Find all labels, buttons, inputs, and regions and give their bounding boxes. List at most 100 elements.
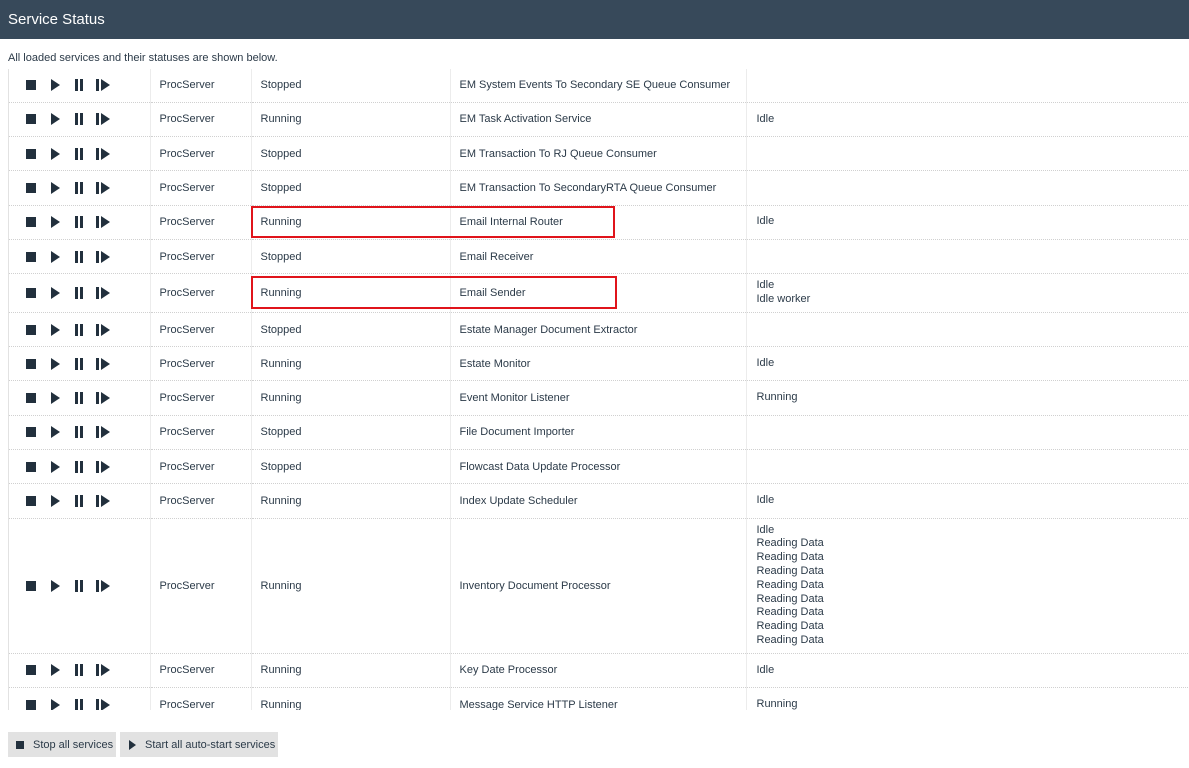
stop-icon[interactable] xyxy=(24,147,38,161)
service-controls xyxy=(9,346,151,382)
resume-icon[interactable] xyxy=(96,357,110,371)
resume-icon[interactable] xyxy=(96,460,110,474)
play-icon[interactable] xyxy=(48,460,62,474)
service-server-cell: ProcServer xyxy=(150,415,252,451)
pause-icon[interactable] xyxy=(72,147,86,161)
service-controls xyxy=(9,239,151,275)
play-icon[interactable] xyxy=(48,78,62,92)
pause-icon[interactable] xyxy=(72,323,86,337)
resume-icon[interactable] xyxy=(96,78,110,92)
resume-icon[interactable] xyxy=(96,579,110,593)
resume-icon[interactable] xyxy=(96,181,110,195)
play-icon[interactable] xyxy=(48,147,62,161)
resume-icon[interactable] xyxy=(96,425,110,439)
resume-icon[interactable] xyxy=(96,286,110,300)
pause-icon[interactable] xyxy=(72,425,86,439)
service-detail-line: Reading Data xyxy=(756,551,824,564)
resume-icon[interactable] xyxy=(96,494,110,508)
start-auto-start-services-label: Start all auto-start services xyxy=(145,738,276,751)
service-name-cell: EM Transaction To RJ Queue Consumer xyxy=(450,136,747,172)
services-table-container[interactable]: ProcServer Stopped EM System Events To Sec… xyxy=(8,69,1189,710)
service-detail-line: Idle xyxy=(756,494,775,507)
stop-all-services-button[interactable]: Stop all services xyxy=(8,732,116,757)
service-name-cell: File Document Importer xyxy=(450,415,747,451)
play-icon[interactable] xyxy=(48,286,62,300)
service-name-cell: Email Receiver xyxy=(450,239,747,275)
play-icon[interactable] xyxy=(48,579,62,593)
play-icon[interactable] xyxy=(48,112,62,126)
pause-icon[interactable] xyxy=(72,250,86,264)
stop-icon[interactable] xyxy=(24,494,38,508)
pause-icon[interactable] xyxy=(72,698,86,710)
pause-icon[interactable] xyxy=(72,391,86,405)
pause-icon[interactable] xyxy=(72,112,86,126)
resume-icon[interactable] xyxy=(96,391,110,405)
resume-icon[interactable] xyxy=(96,250,110,264)
play-icon[interactable] xyxy=(48,494,62,508)
stop-icon[interactable] xyxy=(24,181,38,195)
start-auto-start-services-button[interactable]: Start all auto-start services xyxy=(120,732,278,757)
service-server-cell: ProcServer xyxy=(150,205,252,240)
service-row: ProcServer Running Message Service HTTP Li… xyxy=(9,687,1189,710)
play-icon[interactable] xyxy=(48,250,62,264)
stop-icon[interactable] xyxy=(24,579,38,593)
stop-icon[interactable] xyxy=(24,286,38,300)
stop-icon[interactable] xyxy=(24,698,38,710)
play-icon[interactable] xyxy=(48,181,62,195)
play-icon[interactable] xyxy=(48,215,62,229)
service-details-cell: Idle xyxy=(746,653,1189,689)
service-details-cell: Idle Idle worker xyxy=(746,273,1189,313)
service-details-cell: Idle Reading Data Reading Data Reading Data… xyxy=(746,518,1189,654)
service-row: ProcServer Stopped EM Transaction To RJ Qu… xyxy=(9,136,1189,172)
stop-icon[interactable] xyxy=(24,425,38,439)
service-controls xyxy=(9,136,151,172)
service-server-cell: ProcServer xyxy=(150,239,252,275)
play-icon[interactable] xyxy=(48,323,62,337)
resume-icon[interactable] xyxy=(96,663,110,677)
stop-icon[interactable] xyxy=(24,112,38,126)
stop-icon[interactable] xyxy=(24,460,38,474)
pause-icon[interactable] xyxy=(72,78,86,92)
stop-icon[interactable] xyxy=(24,357,38,371)
resume-icon[interactable] xyxy=(96,147,110,161)
pause-icon[interactable] xyxy=(72,494,86,508)
resume-icon[interactable] xyxy=(96,112,110,126)
stop-icon[interactable] xyxy=(24,78,38,92)
stop-icon[interactable] xyxy=(24,663,38,677)
service-name-cell: Email Sender xyxy=(450,273,747,313)
pause-icon[interactable] xyxy=(72,181,86,195)
resume-icon[interactable] xyxy=(96,215,110,229)
service-state-cell: Stopped xyxy=(251,449,451,485)
resume-icon[interactable] xyxy=(96,698,110,710)
pause-icon[interactable] xyxy=(72,215,86,229)
stop-icon[interactable] xyxy=(24,391,38,405)
pause-icon[interactable] xyxy=(72,286,86,300)
service-server-cell: ProcServer xyxy=(150,687,252,710)
service-state-cell: Stopped xyxy=(251,239,451,275)
service-row: ProcServer Running Email Sender Idle Idle wo… xyxy=(9,273,1189,313)
pause-icon[interactable] xyxy=(72,663,86,677)
service-server-cell: ProcServer xyxy=(150,346,252,382)
service-controls xyxy=(9,205,151,240)
service-state-cell: Stopped xyxy=(251,415,451,451)
service-details-cell xyxy=(746,312,1189,348)
service-name-cell: Estate Manager Document Extractor xyxy=(450,312,747,348)
service-state-cell: Running xyxy=(251,205,451,240)
service-state-cell: Stopped xyxy=(251,69,451,103)
play-icon[interactable] xyxy=(48,391,62,405)
service-detail-line: Reading Data xyxy=(756,634,824,647)
pause-icon[interactable] xyxy=(72,357,86,371)
resume-icon[interactable] xyxy=(96,323,110,337)
stop-icon[interactable] xyxy=(24,323,38,337)
play-icon[interactable] xyxy=(48,663,62,677)
play-icon[interactable] xyxy=(48,357,62,371)
play-icon[interactable] xyxy=(48,425,62,439)
stop-icon[interactable] xyxy=(24,215,38,229)
service-detail-line: Idle xyxy=(756,356,775,369)
pause-icon[interactable] xyxy=(72,460,86,474)
pause-icon[interactable] xyxy=(72,579,86,593)
stop-icon[interactable] xyxy=(24,250,38,264)
page-header: Service Status xyxy=(0,0,1189,39)
service-row: ProcServer Running Index Update Scheduler I… xyxy=(9,483,1189,519)
play-icon[interactable] xyxy=(48,698,62,710)
